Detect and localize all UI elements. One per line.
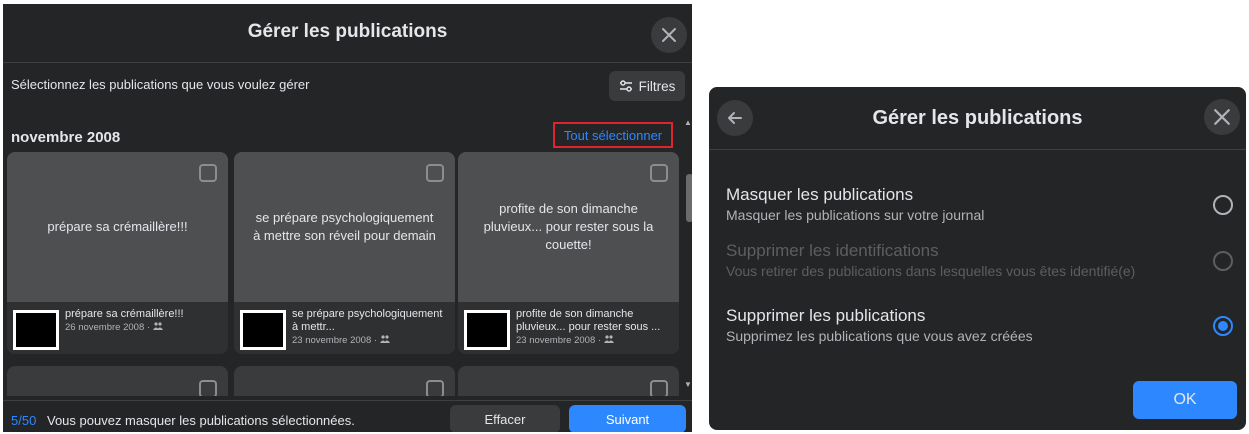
next-button[interactable]: Suivant: [569, 405, 686, 432]
option-hide-posts[interactable]: Masquer les publications Masquer les pub…: [726, 185, 1236, 235]
option-title: Masquer les publications: [726, 185, 914, 204]
option-delete-posts[interactable]: Supprimer les publications Supprimez les…: [726, 306, 1236, 356]
manage-posts-options-dialog: Gérer les publications Masquer les publi…: [709, 87, 1246, 430]
post-footer: profite de son dimanche pluvieux... pour…: [458, 302, 679, 354]
option-radio: [1213, 251, 1233, 271]
clear-button-label: Effacer: [484, 411, 526, 427]
option-remove-tags: Supprimer les identifications Vous retir…: [726, 241, 1236, 291]
friends-icon: [379, 335, 390, 343]
close-button[interactable]: [1204, 99, 1240, 135]
option-title: Supprimer les publications: [726, 306, 926, 325]
post-card[interactable]: [7, 366, 228, 396]
post-preview: se prépare psychologiquement à mettre so…: [234, 152, 455, 302]
scroll-up-icon[interactable]: ▲: [684, 118, 692, 127]
scrollbar[interactable]: [683, 116, 692, 396]
ok-button[interactable]: OK: [1133, 381, 1237, 419]
post-preview-text: prépare sa crémaillère!!!: [47, 219, 188, 234]
dialog-header: Gérer les publications: [3, 4, 692, 63]
post-footer-title: prépare sa crémaillère!!!: [65, 308, 184, 320]
footer-message: Vous pouvez masquer les publications sél…: [47, 413, 355, 428]
dialog-footer: 5/50 Vous pouvez masquer les publication…: [3, 400, 692, 432]
post-checkbox[interactable]: [199, 380, 217, 396]
post-preview: prépare sa crémaillère!!!: [7, 152, 228, 302]
post-footer-title: profite de son dimanche pluvieux... pour…: [516, 308, 661, 333]
post-thumbnail: [240, 310, 286, 350]
post-card[interactable]: prépare sa crémaillère!!! prépare sa cré…: [7, 152, 228, 354]
next-button-label: Suivant: [605, 411, 650, 427]
option-title: Supprimer les identifications: [726, 241, 939, 260]
option-description: Supprimez les publications que vous avez…: [726, 328, 1033, 344]
sliders-icon: [619, 80, 632, 92]
option-radio[interactable]: [1213, 316, 1233, 336]
option-description: Vous retirer des publications dans lesqu…: [726, 263, 1136, 279]
post-thumbnail: [464, 310, 510, 350]
dialog-subtitle: Sélectionnez les publications que vous v…: [11, 77, 310, 92]
option-description: Masquer les publications sur votre journ…: [726, 207, 985, 223]
selection-count: 5/50: [11, 413, 37, 428]
post-footer-title: se prépare psychologiquement à mettr...: [292, 308, 443, 333]
select-all-label: Tout sélectionner: [563, 127, 663, 143]
post-checkbox[interactable]: [426, 164, 444, 182]
month-heading: novembre 2008: [11, 129, 121, 146]
post-checkbox[interactable]: [199, 164, 217, 182]
post-preview: profite de son dimanche pluvieux... pour…: [458, 152, 679, 302]
post-date: 26 novembre 2008 ·: [65, 322, 153, 333]
close-button[interactable]: [651, 17, 687, 53]
option-radio[interactable]: [1213, 195, 1233, 215]
scroll-down-icon[interactable]: ▼: [684, 380, 692, 389]
post-checkbox[interactable]: [650, 164, 668, 182]
dialog-title: Gérer les publications: [247, 21, 448, 42]
post-footer: prépare sa crémaillère!!! 26 novembre 20…: [7, 302, 228, 354]
clear-button[interactable]: Effacer: [450, 405, 560, 432]
post-checkbox[interactable]: [650, 380, 668, 396]
friends-icon: [152, 322, 163, 330]
close-icon: [1214, 109, 1230, 125]
filters-button[interactable]: Filtres: [609, 71, 685, 101]
post-footer: se prépare psychologiquement à mettr... …: [234, 302, 455, 354]
scrollbar-thumb[interactable]: [686, 174, 692, 222]
ok-button-label: OK: [1173, 391, 1197, 408]
manage-posts-dialog: Gérer les publications Sélectionnez les …: [3, 4, 692, 432]
post-card[interactable]: se prépare psychologiquement à mettre so…: [234, 152, 455, 354]
post-preview-text: profite de son dimanche pluvieux... pour…: [483, 201, 654, 252]
post-checkbox[interactable]: [426, 380, 444, 396]
post-preview-text: se prépare psychologiquement à mettre so…: [253, 210, 436, 243]
post-date: 23 novembre 2008 ·: [516, 335, 604, 346]
post-card[interactable]: [234, 366, 455, 396]
post-thumbnail: [13, 310, 59, 350]
friends-icon: [603, 335, 614, 343]
close-icon: [662, 28, 676, 42]
dialog-title: Gérer les publications: [872, 107, 1083, 129]
dialog-header: Gérer les publications: [709, 87, 1246, 150]
post-card[interactable]: profite de son dimanche pluvieux... pour…: [458, 152, 679, 354]
filters-label: Filtres: [638, 78, 676, 94]
post-card[interactable]: [458, 366, 679, 396]
select-all-link[interactable]: Tout sélectionner: [553, 122, 673, 148]
post-date: 23 novembre 2008 ·: [292, 335, 380, 346]
